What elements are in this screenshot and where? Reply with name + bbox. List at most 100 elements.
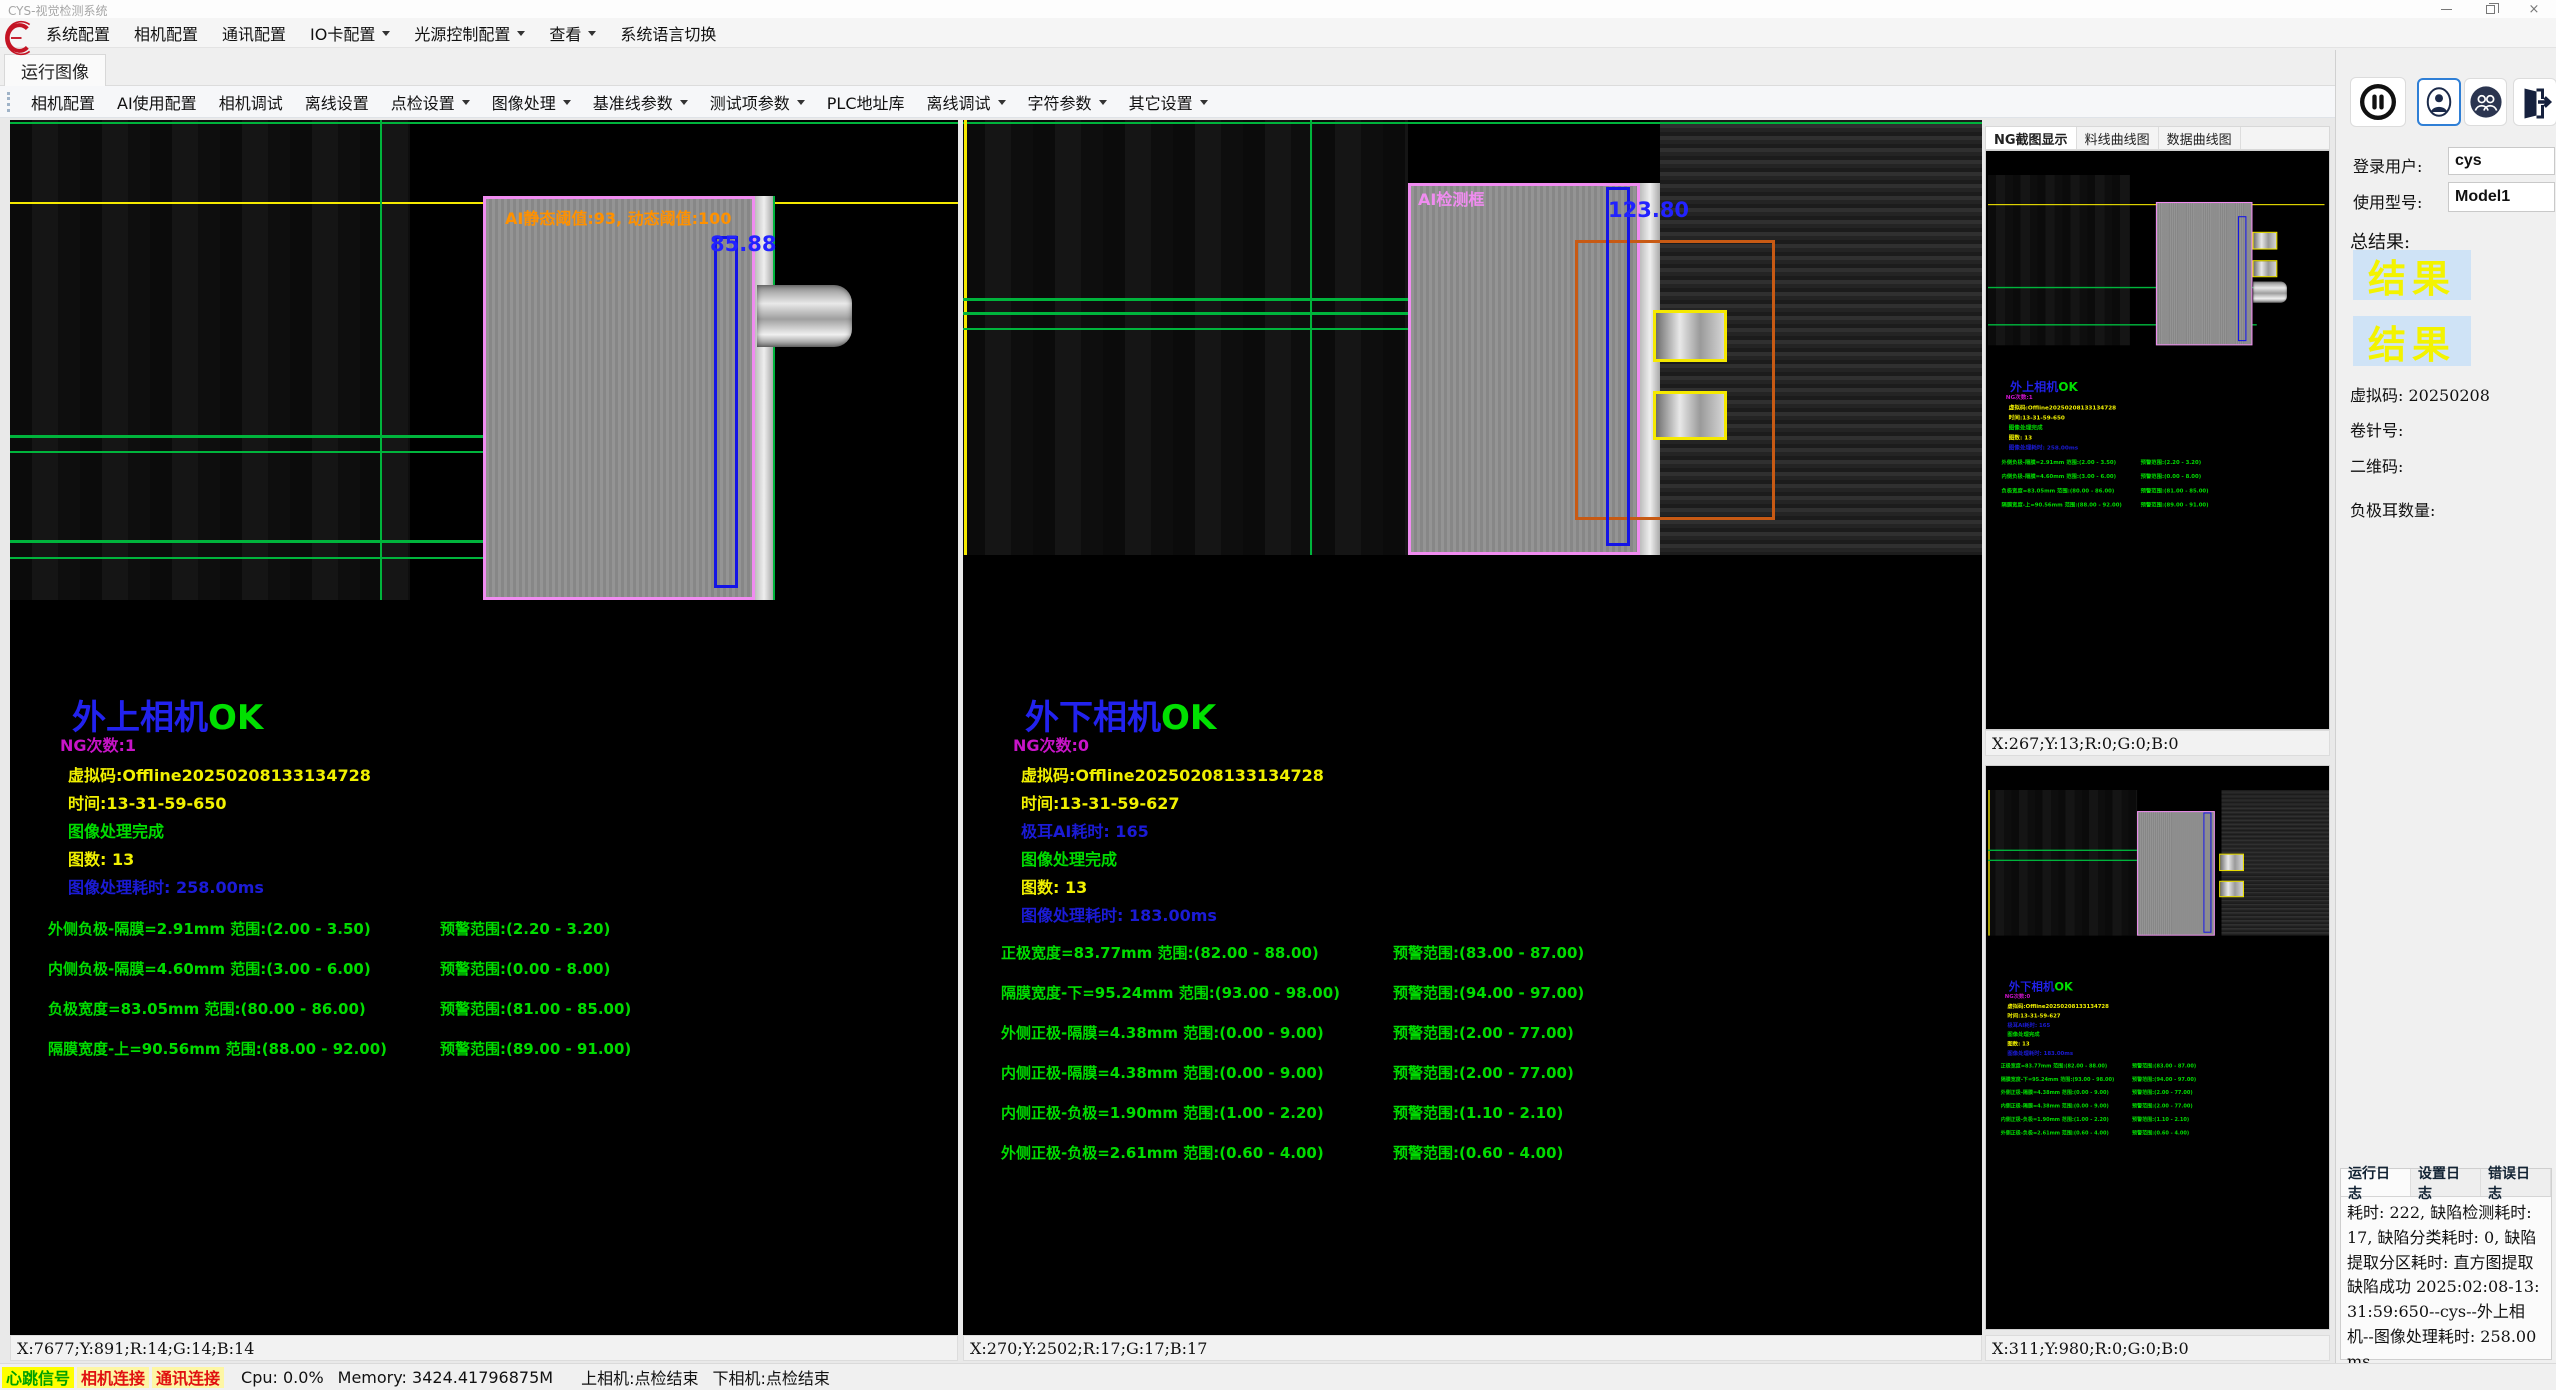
ai-detect-frame-label: AI检测框 xyxy=(1418,186,1484,210)
tool-char-params[interactable]: 字符参数 xyxy=(1017,86,1118,118)
process-done: 图像处理完成 xyxy=(1021,846,1117,870)
menu-language-switch[interactable]: 系统语言切换 xyxy=(608,18,728,48)
ng-thumbnail-upper[interactable]: 外上相机OK NG次数:1 虚拟码:Offline202502081331347… xyxy=(1985,150,2330,730)
ng-view-tabs: NG截图显示 料线曲线图 数据曲线图 xyxy=(1985,126,2330,150)
result-indicator-2: 结果 xyxy=(2353,316,2471,366)
chevron-down-icon xyxy=(563,100,571,105)
pause-button[interactable] xyxy=(2350,77,2406,127)
close-icon: × xyxy=(2529,2,2540,17)
chevron-down-icon xyxy=(382,31,390,36)
app-logo-icon xyxy=(4,20,32,56)
lower-camera-check-status: 下相机:点检结束 xyxy=(712,1365,829,1389)
chevron-down-icon xyxy=(998,100,1006,105)
process-cost: 图像处理耗时: 183.00ms xyxy=(1021,902,1217,926)
defect-roi xyxy=(1575,240,1775,520)
login-user-input[interactable] xyxy=(2448,147,2555,175)
user-icon xyxy=(2424,85,2454,119)
heartbeat-badge: 心跳信号 xyxy=(2,1367,74,1388)
tab-ng-screenshot[interactable]: NG截图显示 xyxy=(1986,127,2077,149)
chevron-down-icon xyxy=(1099,100,1107,105)
ng-thumbnail-lower-pixel-readout: X:311;Y:980;R:0;G:0;B:0 xyxy=(1985,1335,2330,1361)
winding-pin-label: 卷针号: xyxy=(2350,417,2403,441)
tab-run-image[interactable]: 运行图像 xyxy=(4,54,106,86)
measurement-row: 内侧正极-隔膜=4.38mm 范围:(0.00 - 9.00) 预警范围:(2.… xyxy=(963,1062,1982,1084)
menu-camera-config[interactable]: 相机配置 xyxy=(122,18,210,48)
comm-link-badge: 通讯连接 xyxy=(152,1367,224,1388)
view-tab-row: 运行图像 xyxy=(0,48,2556,86)
menu-light-control-config[interactable]: 光源控制配置 xyxy=(402,18,537,48)
toolbar: 相机配置 AI使用配置 相机调试 离线设置 点检设置 图像处理 基准线参数 测试… xyxy=(0,86,2556,118)
model-label: 使用型号: xyxy=(2353,189,2422,213)
tool-offline-debug[interactable]: 离线调试 xyxy=(916,86,1017,118)
frame-count: 图数: 13 xyxy=(68,846,134,870)
tab-setting-log[interactable]: 设置日志 xyxy=(2411,1169,2481,1196)
pause-icon xyxy=(2358,82,2398,122)
model-input[interactable] xyxy=(2448,182,2555,212)
ng-thumbnail-lower[interactable]: 外下相机OK NG次数:0 虚拟码:Offline202502081331347… xyxy=(1985,765,2330,1330)
tool-camera-config[interactable]: 相机配置 xyxy=(20,86,106,118)
tool-offline-setting[interactable]: 离线设置 xyxy=(294,86,380,118)
upper-camera-viewport[interactable]: AI静态阈值:93, 动态阈值:100 85.88 外上相机OK NG次数:1 … xyxy=(10,120,958,1335)
tab-error-log[interactable]: 错误日志 xyxy=(2481,1169,2551,1196)
process-done: 图像处理完成 xyxy=(68,818,164,842)
negative-tab-count-label: 负极耳数量: xyxy=(2350,497,2435,521)
measurement-row: 负极宽度=83.05mm 范围:(80.00 - 86.00) 预警范围:(81… xyxy=(10,998,958,1020)
frame-count: 图数: 13 xyxy=(1021,874,1087,898)
chevron-down-icon xyxy=(517,31,525,36)
menubar: 系统配置 相机配置 通讯配置 IO卡配置 光源控制配置 查看 系统语言切换 xyxy=(0,18,2556,48)
upper-camera-pixel-readout: X:7677;Y:891;R:14;G:14;B:14 xyxy=(10,1335,958,1361)
tab-data-curve[interactable]: 数据曲线图 xyxy=(2159,127,2241,149)
maximize-button[interactable] xyxy=(2468,0,2512,18)
edge-detect-roi xyxy=(1606,187,1630,546)
window-title: CYS-视觉检测系统 xyxy=(8,2,107,19)
tool-camera-debug[interactable]: 相机调试 xyxy=(208,86,294,118)
minimize-icon xyxy=(2441,9,2452,10)
tool-baseline-params[interactable]: 基准线参数 xyxy=(582,86,699,118)
log-panel: 运行日志 设置日志 错误日志 耗时: 222, 缺陷检测耗时: 17, 缺陷分类… xyxy=(2340,1168,2552,1360)
ng-count: NG次数:0 xyxy=(1013,732,1089,756)
log-content: 耗时: 222, 缺陷检测耗时: 17, 缺陷分类耗时: 0, 缺陷提取分区耗时… xyxy=(2347,1201,2545,1375)
memory-usage: Memory: 3424.41796875M xyxy=(338,1368,553,1387)
exit-button[interactable] xyxy=(2513,78,2556,126)
menu-io-card-config[interactable]: IO卡配置 xyxy=(298,18,402,48)
users-button[interactable] xyxy=(2464,78,2507,126)
user-button[interactable] xyxy=(2417,78,2461,126)
menu-comm-config[interactable]: 通讯配置 xyxy=(210,18,298,48)
edge-detect-roi xyxy=(714,236,738,588)
chevron-down-icon xyxy=(797,100,805,105)
users-icon xyxy=(2469,85,2503,119)
menu-system-config[interactable]: 系统配置 xyxy=(34,18,122,48)
tool-plc-address-lib[interactable]: PLC地址库 xyxy=(816,86,916,118)
measurement-row: 外侧正极-隔膜=4.38mm 范围:(0.00 - 9.00) 预警范围:(2.… xyxy=(963,1022,1982,1044)
menu-view[interactable]: 查看 xyxy=(537,18,608,48)
virtual-code: 虚拟码:Offline20250208133134728 xyxy=(68,762,371,786)
tab-detect-box xyxy=(1653,391,1727,440)
tool-ai-use-config[interactable]: AI使用配置 xyxy=(106,86,208,118)
tool-spot-check-setting[interactable]: 点检设置 xyxy=(380,86,481,118)
ng-thumbnail-upper-pixel-readout: X:267;Y:13;R:0;G:0;B:0 xyxy=(1985,730,2330,756)
tool-test-item-params[interactable]: 测试项参数 xyxy=(699,86,816,118)
measurement-row: 隔膜宽度-下=95.24mm 范围:(93.00 - 98.00) 预警范围:(… xyxy=(963,982,1982,1004)
tool-image-processing[interactable]: 图像处理 xyxy=(481,86,582,118)
measurement-row: 隔膜宽度-上=90.56mm 范围:(88.00 - 92.00) 预警范围:(… xyxy=(10,1038,958,1060)
cpu-usage: Cpu: 0.0% xyxy=(241,1368,324,1387)
tab-line-curve[interactable]: 料线曲线图 xyxy=(2077,127,2159,149)
ng-count: NG次数:1 xyxy=(60,732,136,756)
capture-time: 时间:13-31-59-650 xyxy=(68,790,227,814)
tab-ai-cost: 极耳AI耗时: 165 xyxy=(1021,818,1149,842)
measure-value-overlay: 85.88 xyxy=(710,232,776,256)
lower-camera-pixel-readout: X:270;Y:2502;R:17;G:17;B:17 xyxy=(963,1335,1982,1361)
virtual-code: 虚拟码:Offline20250208133134728 xyxy=(1021,762,1324,786)
upper-camera-check-status: 上相机:点检结束 xyxy=(581,1365,698,1389)
measurement-row: 外侧负极-隔膜=2.91mm 范围:(2.00 - 3.50) 预警范围:(2.… xyxy=(10,918,958,940)
lower-camera-image: AI检测框 123.80 xyxy=(963,120,1982,555)
tool-other-settings[interactable]: 其它设置 xyxy=(1118,86,1219,118)
close-button[interactable]: × xyxy=(2512,0,2556,18)
measure-value-overlay: 123.80 xyxy=(1608,198,1689,222)
login-user-label: 登录用户: xyxy=(2353,153,2422,177)
tab-run-log[interactable]: 运行日志 xyxy=(2341,1169,2411,1196)
minimize-button[interactable] xyxy=(2424,0,2468,18)
titlebar: CYS-视觉检测系统 × xyxy=(0,0,2556,18)
lower-camera-viewport[interactable]: AI检测框 123.80 外下相机OK NG次数:0 虚拟码:Offline20… xyxy=(963,120,1982,1335)
ai-threshold-overlay: AI静态阈值:93, 动态阈值:100 xyxy=(505,205,731,229)
